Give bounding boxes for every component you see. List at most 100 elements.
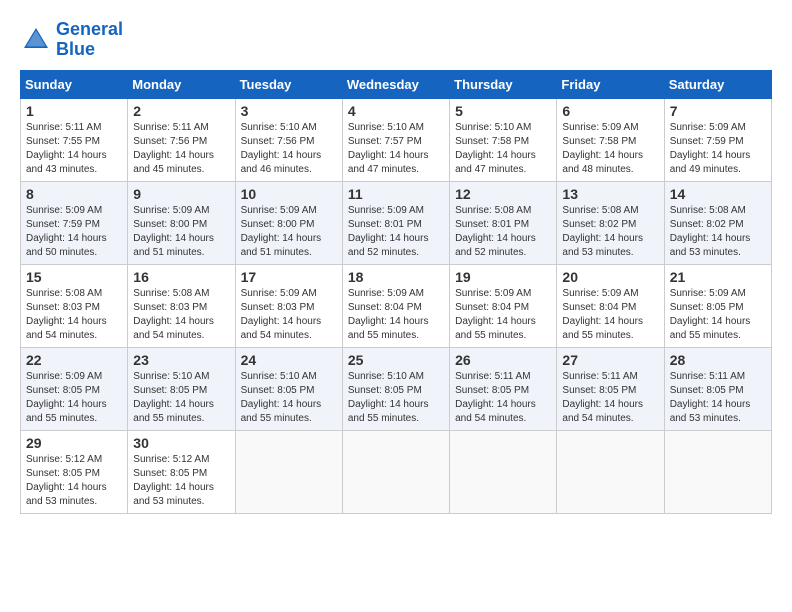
day-info: Sunrise: 5:11 AMSunset: 8:05 PMDaylight:… — [670, 370, 766, 426]
calendar-week-row: 1 Sunrise: 5:11 AMSunset: 7:55 PMDaylight… — [21, 98, 772, 181]
day-info: Sunrise: 5:08 AMSunset: 8:02 PMDaylight:… — [670, 204, 766, 260]
day-info: Sunrise: 5:11 AMSunset: 7:55 PMDaylight:… — [26, 121, 122, 177]
day-info: Sunrise: 5:09 AMSunset: 7:59 PMDaylight:… — [26, 204, 122, 260]
calendar-cell: 16 Sunrise: 5:08 AMSunset: 8:03 PMDayligh… — [128, 264, 235, 347]
day-number: 4 — [348, 103, 444, 119]
day-info: Sunrise: 5:09 AMSunset: 8:00 PMDaylight:… — [241, 204, 337, 260]
day-number: 12 — [455, 186, 551, 202]
day-number: 10 — [241, 186, 337, 202]
day-info: Sunrise: 5:09 AMSunset: 8:05 PMDaylight:… — [26, 370, 122, 426]
day-number: 30 — [133, 435, 229, 451]
calendar-cell: 10 Sunrise: 5:09 AMSunset: 8:00 PMDayligh… — [235, 181, 342, 264]
calendar-cell: 25 Sunrise: 5:10 AMSunset: 8:05 PMDayligh… — [342, 347, 449, 430]
day-number: 27 — [562, 352, 658, 368]
calendar-cell: 28 Sunrise: 5:11 AMSunset: 8:05 PMDayligh… — [664, 347, 771, 430]
calendar-cell: 6 Sunrise: 5:09 AMSunset: 7:58 PMDaylight… — [557, 98, 664, 181]
day-info: Sunrise: 5:09 AMSunset: 7:59 PMDaylight:… — [670, 121, 766, 177]
day-info: Sunrise: 5:09 AMSunset: 8:01 PMDaylight:… — [348, 204, 444, 260]
day-info: Sunrise: 5:12 AMSunset: 8:05 PMDaylight:… — [133, 453, 229, 509]
day-info: Sunrise: 5:09 AMSunset: 8:05 PMDaylight:… — [670, 287, 766, 343]
calendar-cell: 7 Sunrise: 5:09 AMSunset: 7:59 PMDaylight… — [664, 98, 771, 181]
day-number: 19 — [455, 269, 551, 285]
day-info: Sunrise: 5:11 AMSunset: 8:05 PMDaylight:… — [455, 370, 551, 426]
calendar-week-row: 29 Sunrise: 5:12 AMSunset: 8:05 PMDayligh… — [21, 430, 772, 513]
day-info: Sunrise: 5:10 AMSunset: 8:05 PMDaylight:… — [241, 370, 337, 426]
day-info: Sunrise: 5:10 AMSunset: 7:58 PMDaylight:… — [455, 121, 551, 177]
day-header-friday: Friday — [557, 70, 664, 98]
day-number: 1 — [26, 103, 122, 119]
calendar-cell: 24 Sunrise: 5:10 AMSunset: 8:05 PMDayligh… — [235, 347, 342, 430]
calendar-cell: 12 Sunrise: 5:08 AMSunset: 8:01 PMDayligh… — [450, 181, 557, 264]
day-info: Sunrise: 5:08 AMSunset: 8:02 PMDaylight:… — [562, 204, 658, 260]
day-header-tuesday: Tuesday — [235, 70, 342, 98]
day-number: 11 — [348, 186, 444, 202]
day-info: Sunrise: 5:09 AMSunset: 7:58 PMDaylight:… — [562, 121, 658, 177]
day-number: 29 — [26, 435, 122, 451]
day-header-wednesday: Wednesday — [342, 70, 449, 98]
day-number: 26 — [455, 352, 551, 368]
calendar-week-row: 15 Sunrise: 5:08 AMSunset: 8:03 PMDayligh… — [21, 264, 772, 347]
day-info: Sunrise: 5:10 AMSunset: 8:05 PMDaylight:… — [133, 370, 229, 426]
day-info: Sunrise: 5:12 AMSunset: 8:05 PMDaylight:… — [26, 453, 122, 509]
logo: General Blue — [20, 20, 123, 60]
day-info: Sunrise: 5:10 AMSunset: 8:05 PMDaylight:… — [348, 370, 444, 426]
calendar-cell: 27 Sunrise: 5:11 AMSunset: 8:05 PMDayligh… — [557, 347, 664, 430]
calendar-cell: 1 Sunrise: 5:11 AMSunset: 7:55 PMDaylight… — [21, 98, 128, 181]
day-info: Sunrise: 5:09 AMSunset: 8:00 PMDaylight:… — [133, 204, 229, 260]
day-info: Sunrise: 5:08 AMSunset: 8:01 PMDaylight:… — [455, 204, 551, 260]
day-header-monday: Monday — [128, 70, 235, 98]
calendar-cell: 11 Sunrise: 5:09 AMSunset: 8:01 PMDayligh… — [342, 181, 449, 264]
day-number: 6 — [562, 103, 658, 119]
day-number: 8 — [26, 186, 122, 202]
day-number: 3 — [241, 103, 337, 119]
day-number: 28 — [670, 352, 766, 368]
calendar-cell: 23Sunrise: 5:10 AMSunset: 8:05 PMDayligh… — [128, 347, 235, 430]
day-info: Sunrise: 5:11 AMSunset: 8:05 PMDaylight:… — [562, 370, 658, 426]
day-number: 13 — [562, 186, 658, 202]
calendar-cell: 21Sunrise: 5:09 AMSunset: 8:05 PMDayligh… — [664, 264, 771, 347]
day-number: 15 — [26, 269, 122, 285]
calendar-cell: 5Sunrise: 5:10 AMSunset: 7:58 PMDaylight… — [450, 98, 557, 181]
day-number: 17 — [241, 269, 337, 285]
calendar-cell: 20Sunrise: 5:09 AMSunset: 8:04 PMDayligh… — [557, 264, 664, 347]
calendar-cell — [664, 430, 771, 513]
calendar-cell: 29 Sunrise: 5:12 AMSunset: 8:05 PMDayligh… — [21, 430, 128, 513]
calendar-cell: 30 Sunrise: 5:12 AMSunset: 8:05 PMDayligh… — [128, 430, 235, 513]
day-header-thursday: Thursday — [450, 70, 557, 98]
day-info: Sunrise: 5:11 AMSunset: 7:56 PMDaylight:… — [133, 121, 229, 177]
calendar-cell — [235, 430, 342, 513]
calendar-cell: 8 Sunrise: 5:09 AMSunset: 7:59 PMDaylight… — [21, 181, 128, 264]
day-number: 18 — [348, 269, 444, 285]
calendar-week-row: 22Sunrise: 5:09 AMSunset: 8:05 PMDayligh… — [21, 347, 772, 430]
day-number: 9 — [133, 186, 229, 202]
calendar-cell: 26 Sunrise: 5:11 AMSunset: 8:05 PMDayligh… — [450, 347, 557, 430]
calendar-cell: 2 Sunrise: 5:11 AMSunset: 7:56 PMDaylight… — [128, 98, 235, 181]
day-info: Sunrise: 5:08 AMSunset: 8:03 PMDaylight:… — [26, 287, 122, 343]
calendar-cell: 17 Sunrise: 5:09 AMSunset: 8:03 PMDayligh… — [235, 264, 342, 347]
calendar-header-row: SundayMondayTuesdayWednesdayThursdayFrid… — [21, 70, 772, 98]
day-number: 25 — [348, 352, 444, 368]
calendar-cell: 9 Sunrise: 5:09 AMSunset: 8:00 PMDaylight… — [128, 181, 235, 264]
day-info: Sunrise: 5:09 AMSunset: 8:04 PMDaylight:… — [348, 287, 444, 343]
calendar-cell: 18 Sunrise: 5:09 AMSunset: 8:04 PMDayligh… — [342, 264, 449, 347]
logo-icon — [20, 24, 52, 56]
calendar-week-row: 8 Sunrise: 5:09 AMSunset: 7:59 PMDaylight… — [21, 181, 772, 264]
calendar-cell: 19 Sunrise: 5:09 AMSunset: 8:04 PMDayligh… — [450, 264, 557, 347]
calendar-cell: 3Sunrise: 5:10 AMSunset: 7:56 PMDaylight… — [235, 98, 342, 181]
day-info: Sunrise: 5:10 AMSunset: 7:57 PMDaylight:… — [348, 121, 444, 177]
logo-text: General Blue — [56, 20, 123, 60]
day-number: 24 — [241, 352, 337, 368]
calendar-table: SundayMondayTuesdayWednesdayThursdayFrid… — [20, 70, 772, 514]
calendar-cell — [557, 430, 664, 513]
day-info: Sunrise: 5:08 AMSunset: 8:03 PMDaylight:… — [133, 287, 229, 343]
calendar-cell — [342, 430, 449, 513]
day-number: 16 — [133, 269, 229, 285]
page-header: General Blue — [20, 20, 772, 60]
day-header-saturday: Saturday — [664, 70, 771, 98]
day-info: Sunrise: 5:09 AMSunset: 8:03 PMDaylight:… — [241, 287, 337, 343]
calendar-cell: 22Sunrise: 5:09 AMSunset: 8:05 PMDayligh… — [21, 347, 128, 430]
day-info: Sunrise: 5:09 AMSunset: 8:04 PMDaylight:… — [455, 287, 551, 343]
day-header-sunday: Sunday — [21, 70, 128, 98]
day-number: 2 — [133, 103, 229, 119]
day-number: 7 — [670, 103, 766, 119]
